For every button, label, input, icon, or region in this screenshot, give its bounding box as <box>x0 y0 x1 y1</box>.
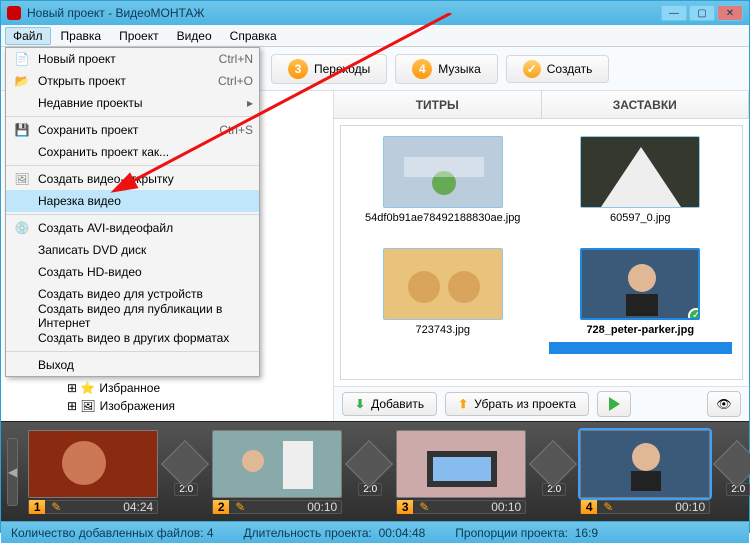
step-label: Музыка <box>438 62 480 76</box>
gallery-item[interactable]: 54df0b91ae78492188830ae.jpg <box>351 136 535 240</box>
clip-number: 4 <box>581 500 597 514</box>
app-icon <box>7 6 21 20</box>
check-icon: ✓ <box>523 60 541 78</box>
close-button[interactable]: ✕ <box>717 5 743 21</box>
gallery-toolbar: ⬇ Добавить ⬆ Убрать из проекта 👁 <box>334 386 749 421</box>
menu-project[interactable]: Проект <box>111 27 167 45</box>
view-mode-button[interactable]: 👁 <box>707 391 741 417</box>
remove-button[interactable]: ⬆ Убрать из проекта <box>445 392 589 416</box>
clip-duration: 00:10 <box>303 500 341 514</box>
title-bar: Новый проект - ВидеоМОНТАЖ — ▢ ✕ <box>1 1 749 25</box>
pencil-icon[interactable]: ✎ <box>413 500 435 514</box>
menu-bar: Файл Правка Проект Видео Справка <box>1 25 749 47</box>
add-button[interactable]: ⬇ Добавить <box>342 392 437 416</box>
menu-create-avi[interactable]: 💿Создать AVI-видеофайл <box>6 217 259 239</box>
step-label: Создать <box>547 62 593 76</box>
timeline-clip[interactable] <box>28 430 158 498</box>
selection-bar <box>549 342 733 354</box>
timeline-clip[interactable] <box>396 430 526 498</box>
menu-new-project[interactable]: 📄Новый проектCtrl+N <box>6 48 259 70</box>
menu-help[interactable]: Справка <box>222 27 285 45</box>
clip-number: 1 <box>29 500 45 514</box>
menu-edit[interactable]: Правка <box>53 27 110 45</box>
timeline-clip[interactable] <box>212 430 342 498</box>
timeline-clip[interactable] <box>580 430 710 498</box>
clip-duration: 00:10 <box>671 500 709 514</box>
gallery-item[interactable]: ✓ 728_peter-parker.jpg <box>549 248 733 370</box>
card-icon: 🖼 <box>12 171 32 187</box>
menu-open-project[interactable]: 📂Открыть проектCtrl+O <box>6 70 259 92</box>
arrow-up-icon: ⬆ <box>458 397 468 411</box>
play-button[interactable] <box>597 391 631 417</box>
menu-video[interactable]: Видео <box>169 27 220 45</box>
clip-number: 2 <box>213 500 229 514</box>
menu-create-web[interactable]: Создать видео для публикации в Интернет <box>6 305 259 327</box>
menu-recent[interactable]: Недавние проекты▸ <box>6 92 259 114</box>
menu-save[interactable]: 💾Сохранить проектCtrl+S <box>6 119 259 141</box>
step-label: Переходы <box>314 62 370 76</box>
status-bar: Количество добавленных файлов: 4 Длитель… <box>1 521 749 543</box>
menu-file[interactable]: Файл <box>5 27 51 45</box>
gallery-caption: 723743.jpg <box>416 324 470 336</box>
tree-images[interactable]: Изображения <box>100 397 175 415</box>
menu-cut-video[interactable]: Нарезка видео <box>6 190 259 212</box>
eye-icon: 👁 <box>716 397 731 411</box>
add-label: Добавить <box>371 397 424 411</box>
gallery: 54df0b91ae78492188830ae.jpg 60597_0.jpg … <box>340 125 743 380</box>
maximize-button[interactable]: ▢ <box>689 5 715 21</box>
gallery-caption: 60597_0.jpg <box>610 212 671 224</box>
file-menu-dropdown: 📄Новый проектCtrl+N 📂Открыть проектCtrl+… <box>5 47 260 377</box>
clip-number: 3 <box>397 500 413 514</box>
menu-write-dvd[interactable]: Записать DVD диск <box>6 239 259 261</box>
tree-favorites[interactable]: Избранное <box>99 379 160 397</box>
check-icon: ✓ <box>688 308 700 320</box>
gallery-caption: 54df0b91ae78492188830ae.jpg <box>365 212 520 224</box>
timeline-prev[interactable]: ◀ <box>7 438 18 506</box>
step-music[interactable]: 4Музыка <box>395 54 497 84</box>
gallery-item[interactable]: 60597_0.jpg <box>549 136 733 240</box>
tab-row: ТИТРЫ ЗАСТАВКИ <box>334 91 749 119</box>
pencil-icon[interactable]: ✎ <box>229 500 251 514</box>
transition[interactable] <box>345 440 393 488</box>
pencil-icon[interactable]: ✎ <box>45 500 67 514</box>
save-icon: 💾 <box>12 122 32 138</box>
arrow-down-icon: ⬇ <box>355 397 365 411</box>
disc-icon: 💿 <box>12 220 32 236</box>
file-icon: 📄 <box>12 51 32 67</box>
play-icon <box>609 397 620 411</box>
tab-splash[interactable]: ЗАСТАВКИ <box>542 91 750 118</box>
transition[interactable] <box>529 440 577 488</box>
remove-label: Убрать из проекта <box>474 397 576 411</box>
clip-duration: 00:10 <box>487 500 525 514</box>
window-title: Новый проект - ВидеоМОНТАЖ <box>27 6 659 20</box>
clip-duration: 04:24 <box>119 500 157 514</box>
minimize-button[interactable]: — <box>661 5 687 21</box>
transition[interactable] <box>161 440 209 488</box>
step-transitions[interactable]: 3Переходы <box>271 54 387 84</box>
pencil-icon[interactable]: ✎ <box>597 500 619 514</box>
step-create[interactable]: ✓ Создать <box>506 55 610 83</box>
gallery-caption: 728_peter-parker.jpg <box>586 324 694 336</box>
menu-save-as[interactable]: Сохранить проект как... <box>6 141 259 163</box>
menu-create-other[interactable]: Создать видео в других форматах <box>6 327 259 349</box>
menu-create-hd[interactable]: Создать HD-видео <box>6 261 259 283</box>
tab-titles[interactable]: ТИТРЫ <box>334 91 542 118</box>
gallery-item[interactable]: 723743.jpg <box>351 248 535 370</box>
menu-create-card[interactable]: 🖼Создать видео-открытку <box>6 168 259 190</box>
folder-icon: 📂 <box>12 73 32 89</box>
transition[interactable] <box>713 440 750 488</box>
timeline: ◀ 1✎04:24 2.0 2✎00:10 2.0 3✎00:10 2.0 4✎… <box>1 421 749 521</box>
menu-exit[interactable]: Выход <box>6 354 259 376</box>
